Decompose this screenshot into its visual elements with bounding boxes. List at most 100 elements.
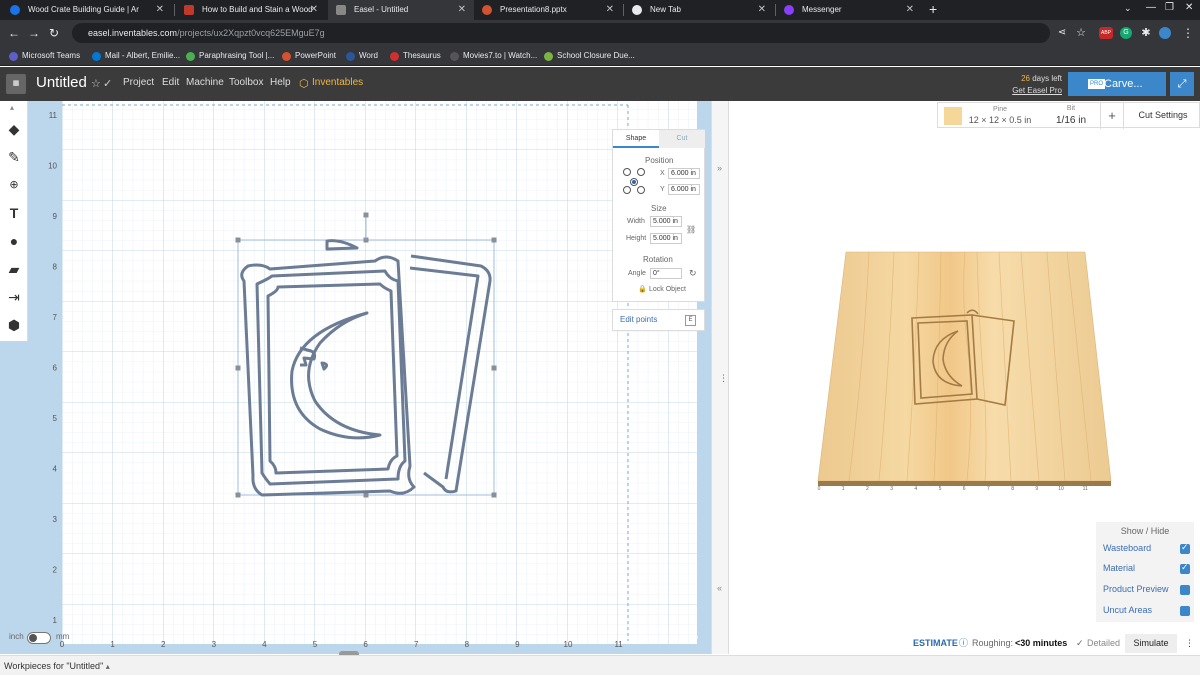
panel-splitter[interactable]: » ⋮ « [711,101,729,654]
lock-object-toggle[interactable]: Lock Object [649,286,686,293]
import-icon[interactable]: ⇥ [4,287,24,307]
easel-logo-icon[interactable]: ▦ [6,74,26,94]
new-tab-icon[interactable]: + [929,1,937,17]
forward-icon[interactable]: → [26,24,42,42]
anchor-radio[interactable] [623,168,631,176]
design-canvas[interactable]: 11 10 9 8 7 6 5 4 3 2 1 0 1 2 3 4 5 6 7 8 9 10 11 [0,101,711,654]
reload-icon[interactable]: ↻ [46,24,62,42]
expand-up-icon[interactable]: ▴ [106,662,110,671]
bookmark-item[interactable]: Word [346,46,378,66]
browser-tab[interactable]: Messenger ✕ [776,0,922,20]
extensions-icon[interactable]: ✱ [1138,24,1154,42]
bookmark-item[interactable]: Microsoft Teams [9,46,80,66]
material-dimensions[interactable]: 12 × 12 × 0.5 in [966,115,1034,125]
add-bit-button[interactable]: + [1100,103,1124,129]
browser-tab[interactable]: How to Build and Stain a Wood ✕ [176,0,326,20]
tab-shape[interactable]: Shape [613,130,659,148]
browser-tab[interactable]: Presentation8.pptx ✕ [474,0,622,20]
close-icon[interactable]: ✕ [310,0,318,20]
anchor-radio-center[interactable] [630,178,638,186]
close-icon[interactable]: ✕ [606,0,614,20]
close-window-icon[interactable]: ✕ [1185,2,1193,13]
menu-project[interactable]: Project [123,77,154,88]
show-uncut-areas-label[interactable]: Uncut Areas [1103,605,1152,615]
link-proportions-icon[interactable]: ⛓ [686,225,696,234]
minimize-icon[interactable]: — [1146,2,1156,13]
unit-toggle[interactable] [27,632,51,644]
height-input[interactable]: 5.000 in [650,233,682,244]
adblock-icon[interactable]: ABP [1099,27,1113,39]
uncut-areas-checkbox[interactable] [1180,606,1190,616]
grammarly-icon[interactable]: G [1120,27,1132,39]
info-icon[interactable]: ⓘ [959,632,968,655]
detailed-label[interactable]: Detailed [1087,632,1120,655]
maximize-icon[interactable]: ❐ [1165,2,1174,13]
tab-cut[interactable]: Cut [659,130,705,148]
pen-icon[interactable]: ✎ [4,147,24,167]
material-checkbox[interactable] [1180,562,1190,574]
back-icon[interactable]: ← [6,24,22,42]
close-icon[interactable]: ✕ [906,0,914,20]
browser-tab[interactable]: New Tab ✕ [624,0,774,20]
bookmark-item[interactable]: Movies7.to | Watch... [450,46,537,66]
menu-help[interactable]: Help [270,77,291,88]
wasteboard-checkbox[interactable] [1180,542,1190,554]
anchor-radio[interactable] [637,168,645,176]
bookmark-item[interactable]: Mail - Albert, Emilie... [92,46,180,66]
show-product-preview-label[interactable]: Product Preview [1103,584,1169,594]
more-options-icon[interactable]: ⋮ [1185,632,1194,655]
position-x-input[interactable]: 6.000 in [668,168,700,179]
cut-settings-button[interactable]: Cut Settings [1128,103,1198,127]
bit-size[interactable]: 1/16 in [1042,115,1100,126]
menu-inventables[interactable]: Inventables [312,77,363,88]
rotate-icon[interactable]: ↻ [689,268,697,279]
carve-button[interactable]: PRO Carve... [1068,72,1166,96]
estimate-label[interactable]: ESTIMATE [913,632,958,655]
expand-right-icon[interactable]: » [717,163,722,173]
shapes-icon[interactable]: ◆ [4,119,24,139]
bookmark-item[interactable]: Paraphrasing Tool |... [186,46,274,66]
zoom-in-icon[interactable]: + [677,630,684,644]
browser-tab[interactable]: Wood Crate Building Guide | Ar ✕ [2,0,172,20]
zoom-out-icon[interactable]: − [663,631,670,645]
bookmark-item[interactable]: School Closure Due... [544,46,635,66]
chrome-menu-icon[interactable]: ⋮ [1180,24,1196,42]
share-page-icon[interactable]: ⋖ [1054,24,1070,42]
edit-points-button[interactable]: Edit points E [612,309,705,331]
menu-machine[interactable]: Machine [186,77,224,88]
collapse-arrow-icon[interactable]: ▴ [10,103,14,112]
tab-search-icon[interactable]: ⌄ [1124,3,1132,14]
bookmark-item[interactable]: Thesaurus [390,46,441,66]
anchor-radio[interactable] [637,186,645,194]
close-icon[interactable]: ✕ [758,0,766,20]
angle-input[interactable]: 0° [650,268,682,279]
text-icon[interactable]: T [4,203,24,223]
close-icon[interactable]: ✕ [156,0,164,20]
url-input[interactable]: easel.inventables.com/projects/ux2Xqpzt0… [72,23,1050,43]
close-icon[interactable]: ✕ [458,0,466,20]
position-y-input[interactable]: 6.000 in [668,184,700,195]
width-input[interactable]: 5.000 in [650,216,682,227]
collapse-left-icon[interactable]: « [717,583,722,593]
menu-toolbox[interactable]: Toolbox [229,77,263,88]
bookmark-item[interactable]: PowerPoint [282,46,336,66]
product-preview-checkbox[interactable] [1180,585,1190,595]
show-material-label[interactable]: Material [1103,563,1135,573]
material-swatch[interactable] [944,107,962,125]
browser-tab-active[interactable]: Easel - Untitled ✕ [328,0,474,20]
workpieces-footer[interactable]: Workpieces for "Untitled" ▴ [0,655,1200,675]
box-icon[interactable]: ▰ [4,259,24,279]
apps-apple-icon[interactable]: ● [4,231,24,251]
bookmark-star-icon[interactable]: ☆ [1073,24,1089,42]
3d-cube-icon[interactable]: ⬢ [4,315,24,335]
simulate-button[interactable]: Simulate [1125,634,1177,653]
design-canvas-svg[interactable]: 11 10 9 8 7 6 5 4 3 2 1 0 1 2 3 4 5 6 7 8 9 10 11 [0,101,711,654]
drag-handle-icon[interactable]: ⋮ [719,373,728,384]
show-wasteboard-label[interactable]: Wasteboard [1103,543,1151,553]
anchor-radio[interactable] [623,186,631,194]
share-icon[interactable]: ⤢ [1170,72,1194,96]
get-easel-pro-link[interactable]: Get Easel Pro [1012,86,1062,95]
profile-avatar-icon[interactable] [1159,27,1171,39]
project-title[interactable]: Untitled [36,74,87,91]
material-name[interactable]: Pine [966,105,1034,114]
